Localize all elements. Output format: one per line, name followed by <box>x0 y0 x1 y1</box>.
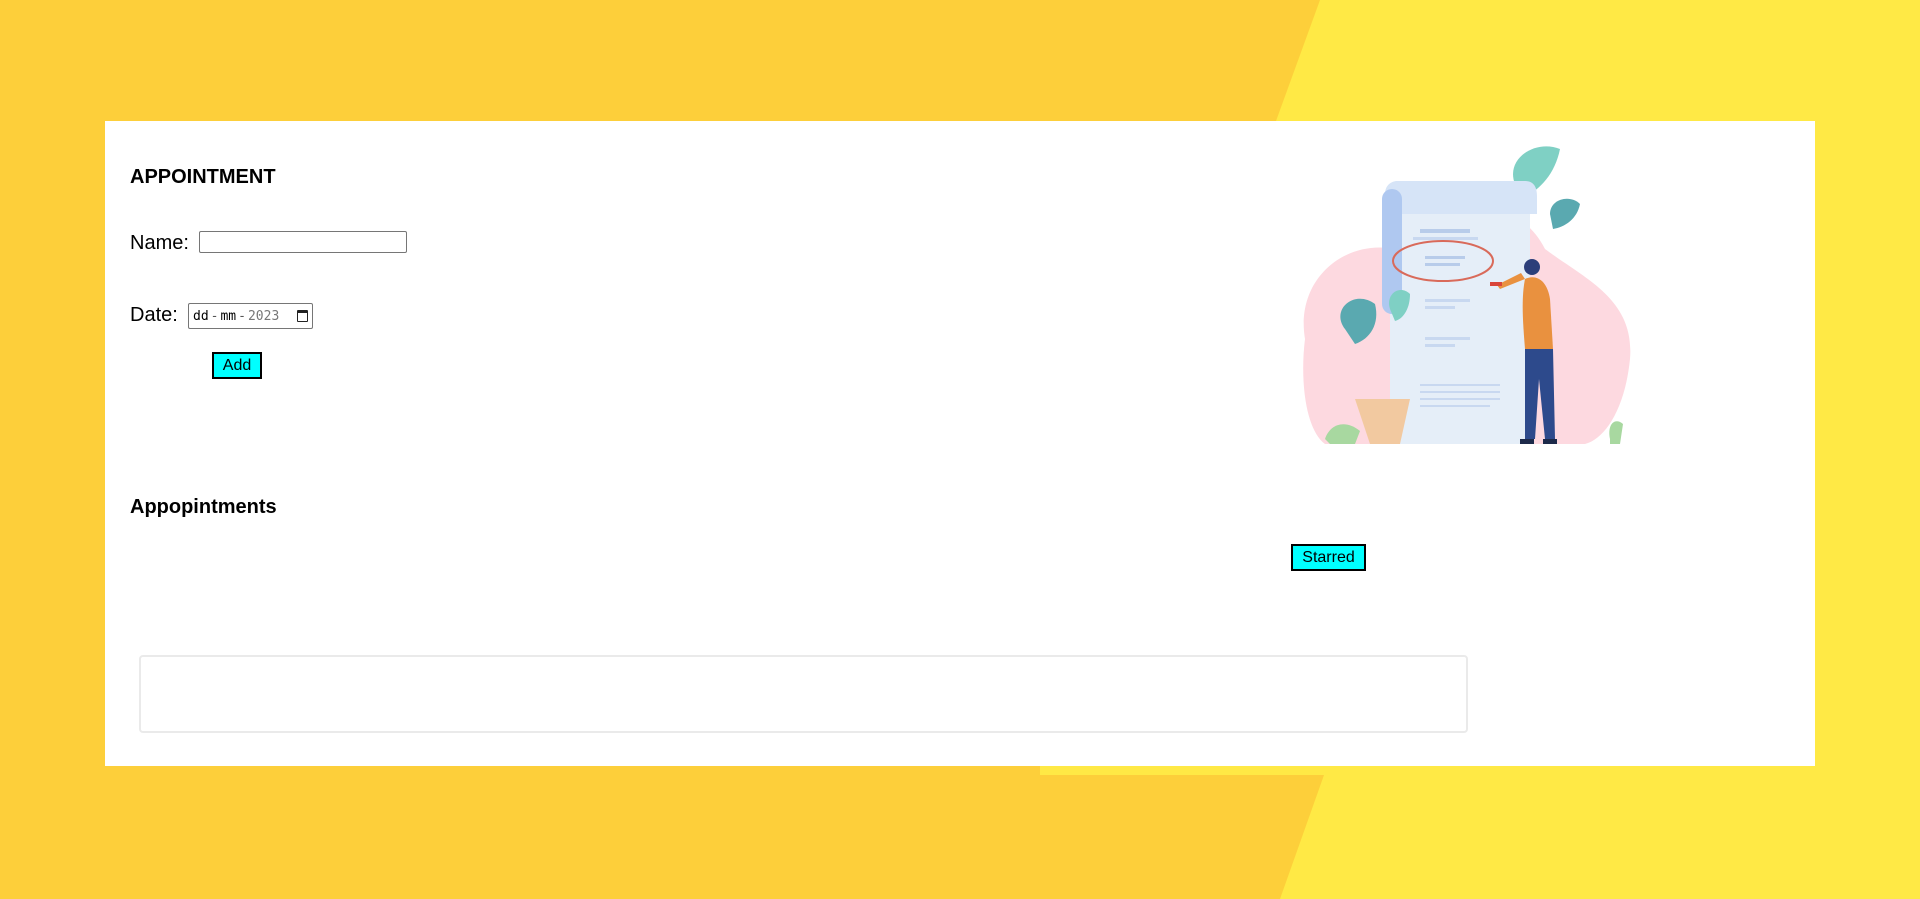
appointment-card: APPOINTMENT Name: Date: dd - mm - 2023 A… <box>105 121 1815 766</box>
appointments-list <box>139 655 1468 733</box>
calendar-icon[interactable] <box>297 310 308 322</box>
date-separator: - <box>210 308 219 324</box>
date-input[interactable]: dd - mm - 2023 <box>188 303 313 329</box>
date-year-segment[interactable]: 2023 <box>248 309 279 324</box>
date-separator: - <box>238 308 246 324</box>
date-label: Date: <box>130 304 178 326</box>
page-title: APPOINTMENT <box>130 166 276 188</box>
date-month-segment[interactable]: mm <box>220 309 236 324</box>
name-input[interactable] <box>199 231 407 253</box>
name-label: Name: <box>130 232 189 254</box>
starred-button[interactable]: Starred <box>1291 544 1366 571</box>
appointments-heading: Appopintments <box>130 496 277 518</box>
date-day-segment[interactable]: dd <box>193 309 209 324</box>
appointment-checklist-illustration <box>1303 146 1631 444</box>
add-button[interactable]: Add <box>212 352 262 379</box>
